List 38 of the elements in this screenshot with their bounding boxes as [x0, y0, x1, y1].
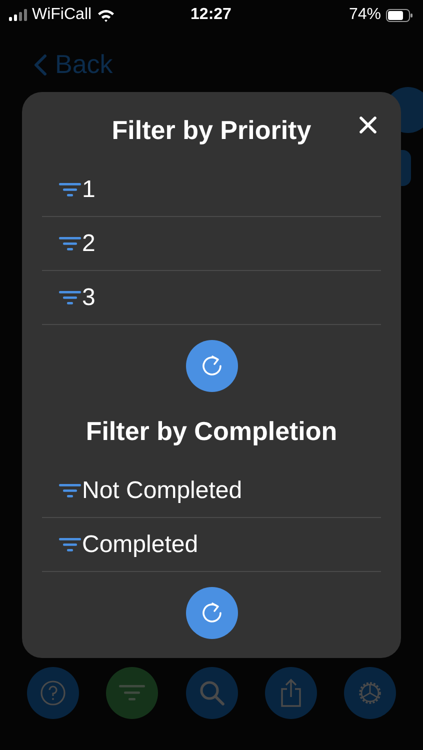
- tab-button[interactable]: [186, 667, 238, 719]
- refresh-icon: [200, 601, 224, 625]
- section-title: Filter by Completion: [86, 415, 338, 448]
- filter-icon: [59, 236, 81, 250]
- reset-button[interactable]: [186, 340, 238, 392]
- status-time: 12:27: [190, 6, 232, 24]
- battery-icon: [386, 8, 413, 22]
- option-label[interactable]: 2: [82, 230, 96, 258]
- help-icon: [40, 680, 66, 706]
- filter-option[interactable]: 2: [42, 217, 381, 271]
- filter-icon: [59, 538, 81, 552]
- option-label[interactable]: Completed: [82, 530, 198, 558]
- filter-option[interactable]: Completed: [42, 518, 381, 572]
- reset-button[interactable]: [186, 587, 238, 639]
- filter-icon: [119, 685, 146, 701]
- refresh-icon: [200, 354, 224, 378]
- filter-option[interactable]: Not Completed: [42, 464, 381, 518]
- filter-icon: [59, 484, 81, 498]
- carrier-name: WiFiCall: [32, 6, 92, 24]
- section-title: Filter by Priority: [112, 114, 312, 147]
- close-button[interactable]: [357, 114, 379, 136]
- gear-icon: [356, 679, 384, 707]
- chevron-icon: [34, 54, 47, 76]
- battery-percent: 74%: [348, 6, 381, 24]
- filter-option[interactable]: 1: [42, 163, 381, 217]
- close-icon: [359, 116, 377, 134]
- wifi-icon: [96, 8, 115, 22]
- tab-button[interactable]: [27, 667, 79, 719]
- search-icon: [198, 680, 224, 706]
- filter-icon: [59, 182, 81, 196]
- filter-option[interactable]: 3: [42, 271, 381, 325]
- option-label[interactable]: 3: [82, 284, 96, 312]
- filter-icon: [59, 290, 81, 304]
- option-label[interactable]: Not Completed: [82, 476, 242, 504]
- signal-icon: [9, 9, 27, 21]
- share-icon: [280, 678, 302, 708]
- tab-button[interactable]: [344, 667, 396, 719]
- option-label[interactable]: 1: [82, 176, 96, 204]
